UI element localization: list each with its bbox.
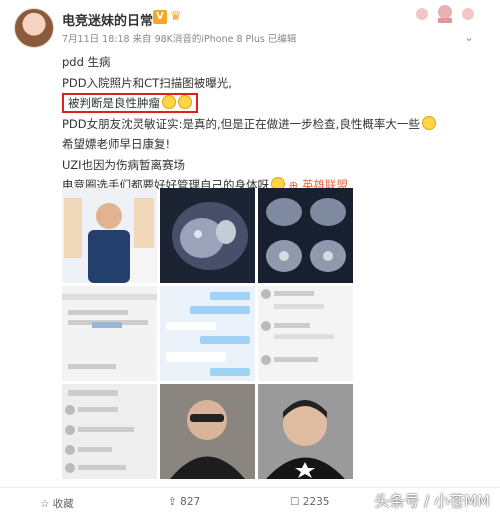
emoji-icon <box>178 95 192 109</box>
comment-button[interactable]: ☐ 2235 <box>290 496 330 508</box>
image-chat-screenshot-1[interactable] <box>62 286 157 381</box>
verified-badge: V <box>153 10 167 24</box>
chevron-down-icon[interactable]: ⌄ <box>464 30 474 44</box>
favorite-button[interactable]: ☆ 收藏 <box>40 496 74 511</box>
image-hospital-photo[interactable] <box>62 188 157 283</box>
emoji-icon <box>421 115 436 130</box>
image-chat-screenshot-3[interactable] <box>258 286 353 381</box>
highlighted-text: 被判断是良性肿瘤 <box>62 93 198 113</box>
post-line: 被判断是良性肿瘤 <box>62 93 482 114</box>
post-line: PDD入院照片和CT扫描图被曝光, <box>62 75 232 90</box>
emoji-icon <box>162 95 176 109</box>
post-line: 希望嫖老师早日康复! <box>62 137 171 151</box>
image-portrait-photo-2[interactable] <box>258 384 353 479</box>
share-button[interactable]: ⇪ 827 <box>168 496 200 508</box>
decoration-icon <box>416 5 474 23</box>
post-line: UZI也因为伤病暂离赛场 <box>62 157 185 172</box>
post-line: pdd 生病 <box>62 55 111 69</box>
watermark: 头条号 / 小苍MM <box>374 492 490 510</box>
image-chat-screenshot-4[interactable] <box>62 384 157 479</box>
post-meta: 7月11日 18:18 来自 98K消音的iPhone 8 Plus 已编辑 <box>62 34 297 45</box>
image-chat-screenshot-2[interactable] <box>160 286 255 381</box>
post-line: PDD女朋友沈灵敏证实:是真的,但是正在做进一步检查,良性概率大一些 <box>62 114 482 135</box>
post-content: pdd 生病 PDD入院照片和CT扫描图被曝光, 被判断是良性肿瘤 PDD女朋友… <box>62 52 482 196</box>
crown-icon: ♛ <box>170 9 182 24</box>
username[interactable]: 电竞迷妹的日常 <box>62 10 153 29</box>
avatar[interactable] <box>14 8 54 48</box>
image-ct-scan-1[interactable] <box>160 188 255 283</box>
image-portrait-photo-1[interactable] <box>160 384 255 479</box>
image-ct-scan-2[interactable] <box>258 188 353 283</box>
